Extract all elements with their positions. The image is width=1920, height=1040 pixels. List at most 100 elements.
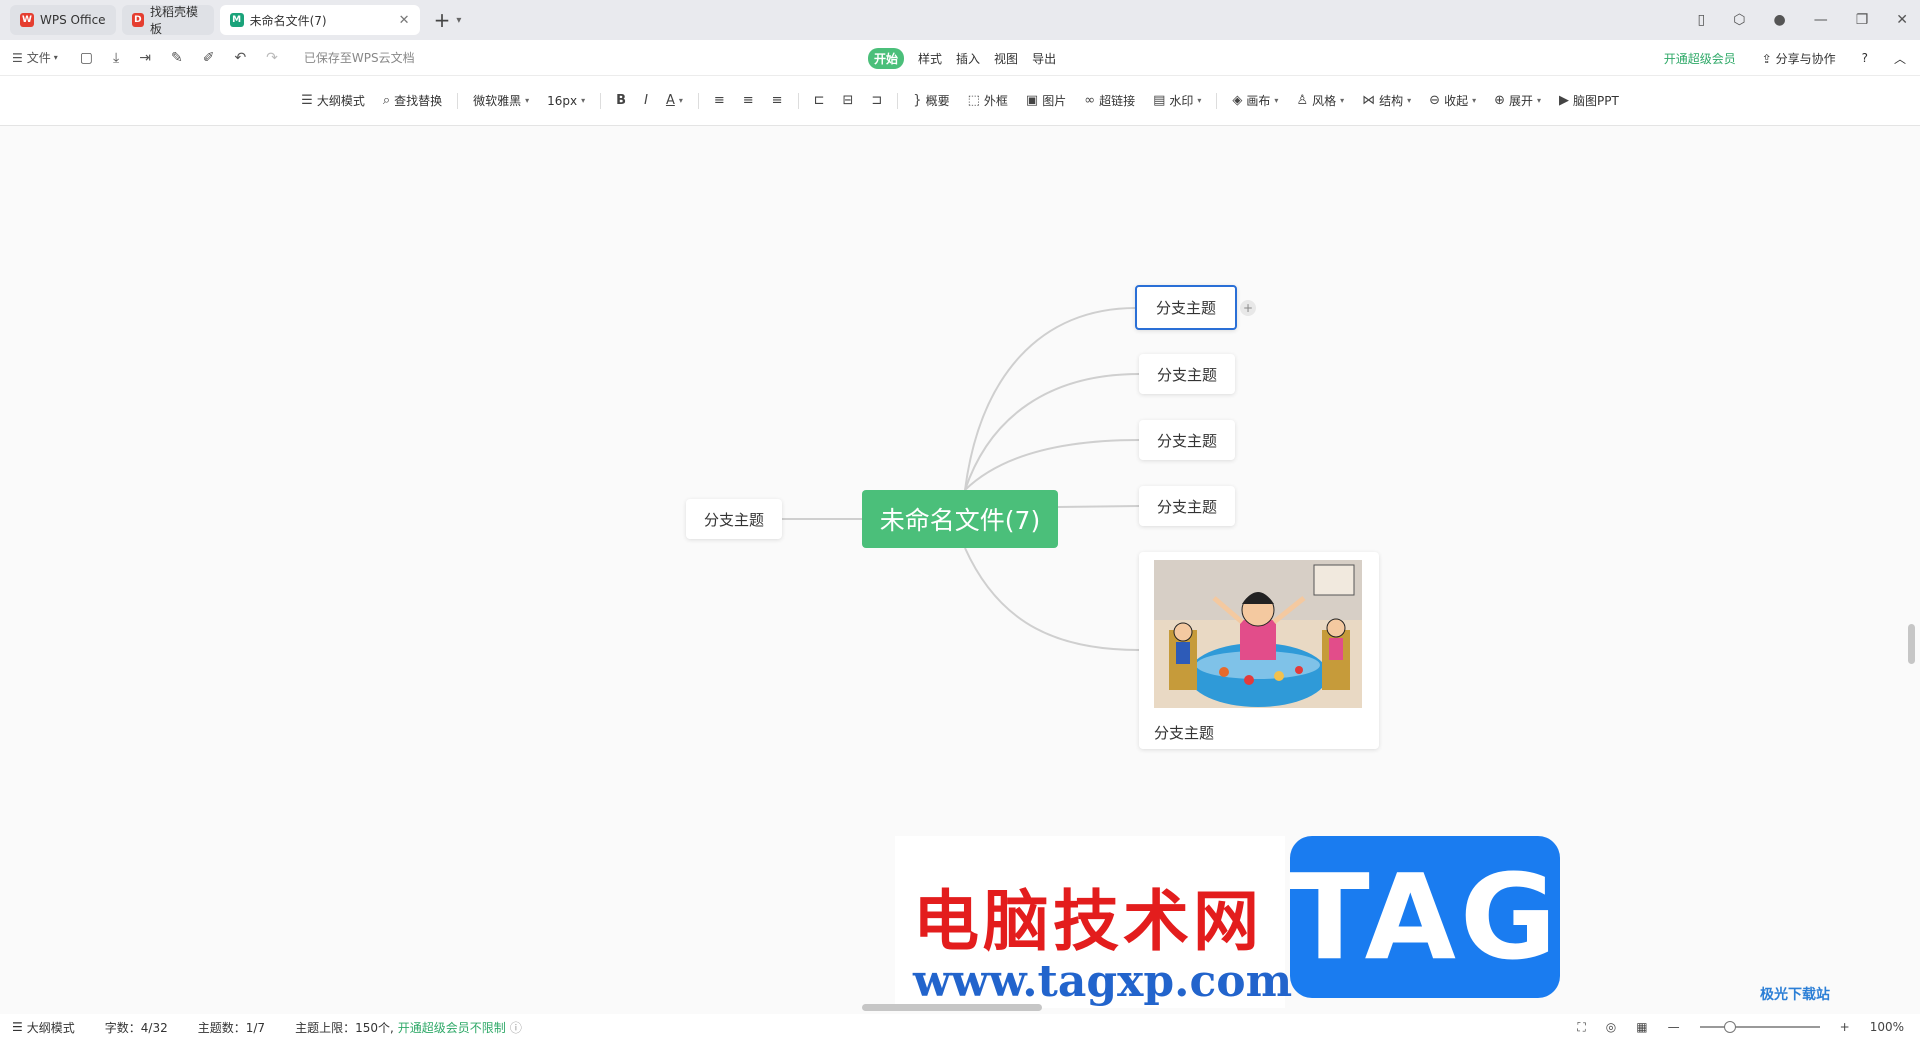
hyperlink-button[interactable]: ∞ 超链接	[1084, 92, 1135, 109]
add-topic-icon[interactable]: +	[1240, 300, 1256, 316]
align-center-button[interactable]: ≡	[743, 93, 754, 108]
frame-label: 外框	[983, 94, 1008, 108]
branch-topic-2[interactable]: 分支主题	[1139, 354, 1235, 394]
zoom-out-icon[interactable]: —	[1668, 1020, 1680, 1034]
fit-view-icon[interactable]: ⛶	[1577, 1020, 1585, 1035]
image-button[interactable]: ▣ 图片	[1026, 92, 1066, 109]
branch-topic-1[interactable]: 分支主题	[1135, 285, 1237, 330]
tab-insert[interactable]: 插入	[956, 50, 980, 67]
align-left-button[interactable]: ≡	[714, 93, 725, 108]
chevron-down-icon: ▾	[581, 96, 586, 105]
menu-bar: ☰ 文件 ▾ ▢ ⤓ ⇥ ✎ ✐ ↶ ↷ 已保存至WPS云文档 开始 样式 插入…	[0, 40, 1920, 76]
cube-icon[interactable]: ⬡	[1733, 12, 1745, 28]
link-icon: ∞	[1084, 93, 1096, 108]
watermark-button[interactable]: ▤ 水印 ▾	[1153, 92, 1201, 109]
branch-topic-image[interactable]: 分支主题	[1139, 552, 1379, 749]
share-button[interactable]: ⇪ 分享与协作	[1762, 50, 1836, 67]
topic-label: 分支主题	[1156, 431, 1217, 450]
share-label: 分享与协作	[1775, 51, 1836, 66]
bold-button[interactable]: B	[616, 93, 626, 108]
divider	[697, 92, 699, 109]
connector-line	[964, 307, 1137, 491]
insert-child-button[interactable]: ⊏	[814, 93, 825, 108]
vip-unlimited-link[interactable]: 开通超级会员不限制	[398, 1019, 506, 1036]
style-button[interactable]: ♙ 风格 ▾	[1296, 92, 1344, 109]
mindmap-ppt-button[interactable]: ▶ 脑图PPT	[1559, 92, 1619, 109]
italic-button[interactable]: I	[644, 93, 648, 108]
file-menu-button[interactable]: ☰ 文件 ▾	[12, 49, 58, 66]
align-right-button[interactable]: ≡	[772, 93, 783, 108]
locate-icon[interactable]: ◎	[1606, 1020, 1616, 1034]
tab-view[interactable]: 视图	[994, 50, 1018, 67]
vertical-scrollbar[interactable]	[1908, 624, 1915, 664]
docer-icon: D	[131, 13, 145, 27]
format-painter-icon[interactable]: ✎	[171, 50, 183, 66]
branch-topic-left[interactable]: 分支主题	[686, 499, 782, 539]
map-icon[interactable]: ▦	[1636, 1020, 1647, 1034]
tab-style[interactable]: 样式	[918, 50, 942, 67]
font-family-select[interactable]: 微软雅黑 ▾	[473, 92, 529, 109]
info-icon[interactable]: ⓘ	[510, 1019, 522, 1036]
tab-export[interactable]: 导出	[1032, 50, 1056, 67]
minimize-icon[interactable]: —	[1814, 12, 1828, 28]
structure-button[interactable]: ⋈ 结构 ▾	[1362, 92, 1411, 109]
tab-docer-templates[interactable]: D 找稻壳模板	[121, 5, 214, 36]
layout-icon[interactable]: ▯	[1698, 12, 1706, 28]
watermark-panel: 电脑技术网 www.tagxp.com	[895, 836, 1292, 1008]
save-icon[interactable]: ▢	[80, 50, 93, 66]
root-topic[interactable]: 未命名文件(7)	[862, 490, 1058, 548]
chevron-down-icon: ▾	[1537, 96, 1542, 105]
frame-button[interactable]: ⬚ 外框	[968, 92, 1008, 109]
close-icon[interactable]: ✕	[399, 13, 410, 28]
vip-button[interactable]: 开通超级会员	[1664, 50, 1736, 67]
chevron-down-icon[interactable]: ▾	[456, 15, 461, 26]
divider	[600, 92, 602, 109]
branch-topic-3[interactable]: 分支主题	[1139, 420, 1235, 460]
font-size-select[interactable]: 16px ▾	[547, 94, 585, 108]
pen-icon[interactable]: ✐	[203, 50, 215, 66]
mindmap-canvas[interactable]: 分支主题 未命名文件(7) 分支主题 + 分支主题 分支主题 分支主题 分支主题…	[0, 126, 1920, 1008]
tab-wps-office[interactable]: W WPS Office	[10, 5, 116, 35]
help-icon[interactable]: ?	[1862, 51, 1868, 65]
branch-topic-4[interactable]: 分支主题	[1139, 486, 1235, 526]
style-label: 风格	[1312, 94, 1337, 108]
topic-label: 分支主题	[1156, 365, 1217, 384]
outline-icon: ☰	[301, 93, 313, 108]
zoom-level[interactable]: 100%	[1870, 1020, 1904, 1034]
new-tab-button[interactable]: +	[434, 8, 451, 32]
horizontal-scrollbar[interactable]	[862, 1004, 1042, 1011]
download-icon[interactable]: ⤓	[113, 50, 119, 66]
font-color-icon: A	[665, 93, 675, 108]
outline-mode-button[interactable]: ☰ 大纲模式	[301, 92, 365, 109]
status-outline-mode-button[interactable]: ☰ 大纲模式	[12, 1019, 75, 1036]
zoom-in-icon[interactable]: +	[1840, 1020, 1850, 1034]
summary-button[interactable]: } 概要	[913, 92, 949, 109]
topic-count-label: 主题数：1/7	[197, 1020, 266, 1035]
chevron-down-icon: ▾	[1274, 96, 1279, 105]
tab-label: 找稻壳模板	[150, 5, 199, 36]
sibling-topic-icon: ⊟	[842, 93, 854, 108]
expand-button[interactable]: ⊕ 展开 ▾	[1494, 92, 1541, 109]
italic-icon: I	[644, 93, 648, 108]
canvas-button[interactable]: ◈ 画布 ▾	[1232, 92, 1278, 109]
export-icon[interactable]: ⇥	[139, 50, 151, 66]
collapse-button[interactable]: ⊖ 收起 ▾	[1429, 92, 1476, 109]
presentation-icon: ▶	[1559, 93, 1570, 108]
insert-parent-button[interactable]: ⊐	[871, 93, 882, 108]
zoom-slider[interactable]	[1699, 1021, 1820, 1033]
watermark-url: www.tagxp.com	[913, 956, 1293, 1007]
hamburger-icon: ☰	[12, 50, 23, 65]
redo-icon[interactable]: ↷	[266, 50, 278, 66]
avatar[interactable]: ●	[1773, 12, 1785, 28]
tab-untitled-file[interactable]: M 未命名文件(7) ✕	[219, 5, 420, 35]
undo-icon[interactable]: ↶	[234, 50, 246, 66]
collapse-ribbon-icon[interactable]: ︿	[1894, 50, 1906, 67]
zoom-slider-knob[interactable]	[1723, 1021, 1736, 1033]
restore-icon[interactable]: ❐	[1856, 12, 1869, 28]
file-menu-label: 文件	[26, 51, 51, 65]
insert-sibling-button[interactable]: ⊟	[842, 93, 853, 108]
font-color-button[interactable]: A ▾	[666, 93, 683, 108]
tab-start[interactable]: 开始	[868, 47, 905, 69]
close-window-icon[interactable]: ✕	[1896, 12, 1908, 28]
find-replace-button[interactable]: ⌕ 查找替换	[383, 92, 442, 109]
